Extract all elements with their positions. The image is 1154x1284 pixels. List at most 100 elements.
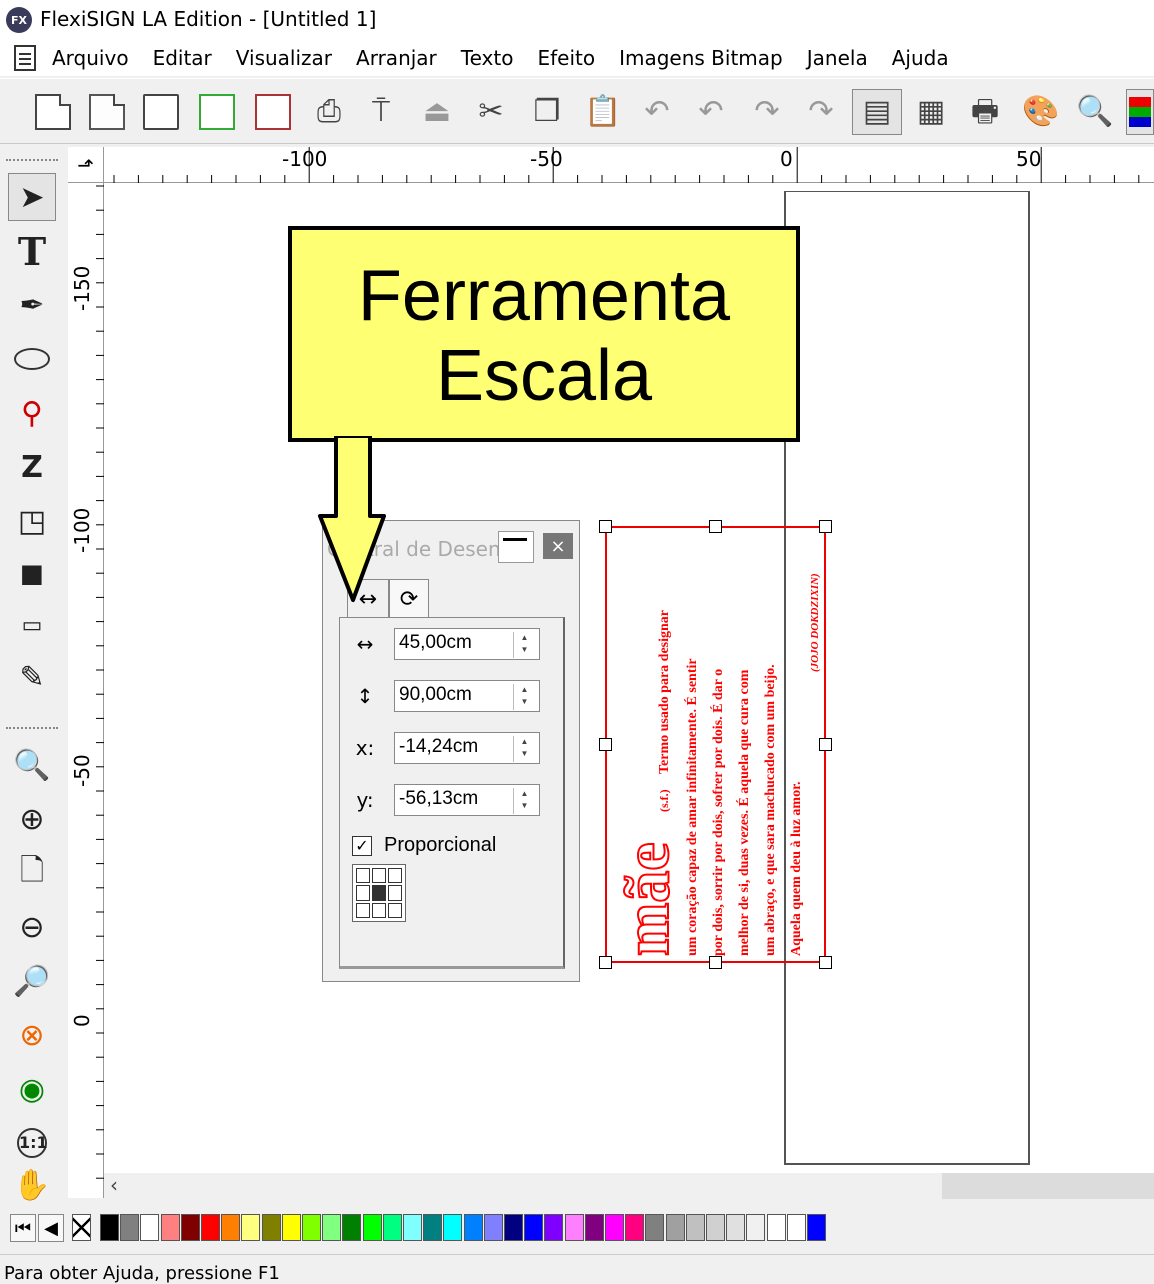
anchor-bottom-right[interactable]	[388, 902, 402, 918]
color-swatch[interactable]	[706, 1214, 725, 1241]
print-button[interactable]: ⎙	[306, 89, 352, 135]
color-swatch[interactable]	[463, 1214, 483, 1241]
ruler-origin-button[interactable]: ⬏	[68, 147, 104, 183]
production-manager-button[interactable]: 🖶	[962, 89, 1008, 135]
color-swatch[interactable]	[281, 1214, 301, 1241]
save-as-button[interactable]	[194, 89, 240, 135]
scroll-thumb[interactable]	[942, 1173, 1154, 1199]
color-swatch[interactable]	[605, 1214, 624, 1241]
redo-list-button[interactable]: ↷	[798, 89, 844, 135]
reference-point-grid[interactable]	[352, 864, 406, 922]
menu-editar[interactable]: Editar	[141, 40, 224, 76]
color-swatch[interactable]	[201, 1214, 220, 1241]
open-button[interactable]	[84, 89, 130, 135]
anchor-right[interactable]	[388, 885, 402, 901]
color-palette-button[interactable]: 🎨	[1018, 89, 1064, 135]
redo-button[interactable]: ↷	[744, 89, 790, 135]
color-swatch[interactable]	[685, 1214, 705, 1241]
zoom-page-tool[interactable]: 🗋	[8, 849, 56, 897]
anchor-left[interactable]	[356, 885, 370, 901]
x-spinner[interactable]: ▲ ▼	[513, 736, 535, 762]
color-swatch[interactable]	[504, 1214, 523, 1241]
color-swatch[interactable]	[120, 1214, 140, 1241]
text-tool[interactable]: T	[8, 227, 56, 275]
undo-button[interactable]: ↶	[634, 89, 680, 135]
resize-handle-top-right[interactable]	[819, 520, 832, 533]
zoom-window-tool[interactable]: 🔍	[8, 741, 56, 789]
color-swatch[interactable]	[362, 1214, 382, 1241]
color-swatch[interactable]	[100, 1214, 119, 1241]
menu-janela[interactable]: Janela	[795, 40, 880, 76]
color-swatch[interactable]	[180, 1214, 200, 1241]
toolbox-grip[interactable]	[6, 159, 58, 161]
color-swatch[interactable]	[423, 1214, 443, 1241]
menu-efeito[interactable]: Efeito	[525, 40, 607, 76]
x-field[interactable]: -14,24cm ▲ ▼	[394, 732, 540, 764]
new-button[interactable]	[30, 89, 76, 135]
menu-texto[interactable]: Texto	[449, 40, 526, 76]
copy-button[interactable]: ❐	[524, 89, 570, 135]
color-swatch[interactable]	[342, 1214, 362, 1241]
color-swatch[interactable]	[665, 1214, 685, 1241]
pan-tool[interactable]: ✋	[8, 1167, 56, 1203]
menu-imagens-bitmap[interactable]: Imagens Bitmap	[607, 40, 795, 76]
anchor-bottom[interactable]	[372, 902, 386, 918]
menu-arquivo[interactable]: Arquivo	[36, 40, 141, 76]
color-swatch[interactable]	[322, 1214, 342, 1241]
scroll-left-arrow[interactable]: ‹	[110, 1173, 118, 1197]
design-central-button[interactable]: ▤	[852, 89, 902, 135]
resize-handle-bottom-left[interactable]	[599, 956, 612, 969]
zoom-out-tool[interactable]: ⊖	[8, 903, 56, 951]
color-swatch[interactable]	[140, 1214, 160, 1241]
extrude-tool[interactable]: ◼	[8, 549, 56, 597]
palette-prev-button[interactable]: ◀	[38, 1214, 64, 1242]
color-swatch[interactable]	[403, 1214, 422, 1241]
resize-handle-top[interactable]	[709, 520, 722, 533]
resize-handle-bottom[interactable]	[709, 956, 722, 969]
save-button[interactable]	[138, 89, 184, 135]
pointer-tool[interactable]: ➤	[8, 173, 56, 221]
shape-tool[interactable]: ◳	[8, 497, 56, 545]
job-info-button[interactable]: ▦	[908, 89, 954, 135]
color-swatch[interactable]	[807, 1214, 826, 1241]
measure-tool[interactable]: ▭	[8, 601, 56, 649]
ellipse-tool[interactable]	[8, 335, 56, 383]
zoom-previous-tool[interactable]: ◉	[8, 1065, 56, 1113]
color-swatch[interactable]	[443, 1214, 463, 1241]
color-swatch[interactable]	[645, 1214, 665, 1241]
color-picker-button[interactable]: 🔍	[1072, 89, 1118, 135]
anchor-top[interactable]	[372, 868, 386, 884]
zoom-actual-size-tool[interactable]: 1:1	[8, 1119, 56, 1167]
proportional-checkbox[interactable]: ✓	[352, 836, 372, 856]
resize-handle-right[interactable]	[819, 738, 832, 751]
node-tool[interactable]: ⚲	[8, 389, 56, 437]
resize-handle-bottom-right[interactable]	[819, 956, 832, 969]
zoom-all-tool[interactable]: 🔎	[8, 957, 56, 1005]
cut-tool-button[interactable]: ⍑	[358, 89, 404, 135]
pen-tool[interactable]: ✒	[8, 281, 56, 329]
zoom-selection-tool[interactable]: ⊗	[8, 1011, 56, 1059]
undo-list-button[interactable]: ↶	[688, 89, 734, 135]
cut-button[interactable]: ✂	[468, 89, 514, 135]
horizontal-ruler[interactable]: -100 -50 0 50	[104, 147, 1154, 183]
anchor-center[interactable]	[372, 885, 386, 901]
distortion-tool[interactable]: Z	[8, 443, 56, 491]
color-swatch[interactable]	[524, 1214, 544, 1241]
height-field[interactable]: 90,00cm ▲ ▼	[394, 680, 540, 712]
export-button[interactable]	[250, 89, 296, 135]
dialog-minimize-button[interactable]	[498, 531, 534, 563]
color-swatch[interactable]	[766, 1214, 786, 1241]
anchor-bottom-left[interactable]	[356, 902, 370, 918]
menu-arranjar[interactable]: Arranjar	[344, 40, 449, 76]
eyedropper-tool[interactable]: ✎	[8, 653, 56, 701]
y-field[interactable]: -56,13cm ▲ ▼	[394, 784, 540, 816]
color-swatch[interactable]	[625, 1214, 645, 1241]
paste-button[interactable]: 📋	[580, 89, 626, 135]
color-swatch[interactable]	[221, 1214, 241, 1241]
color-swatch[interactable]	[483, 1214, 503, 1241]
color-swatch[interactable]	[564, 1214, 584, 1241]
width-spinner[interactable]: ▲ ▼	[513, 632, 535, 658]
resize-handle-left[interactable]	[599, 738, 612, 751]
color-swatch[interactable]	[241, 1214, 261, 1241]
anchor-top-right[interactable]	[388, 868, 402, 884]
